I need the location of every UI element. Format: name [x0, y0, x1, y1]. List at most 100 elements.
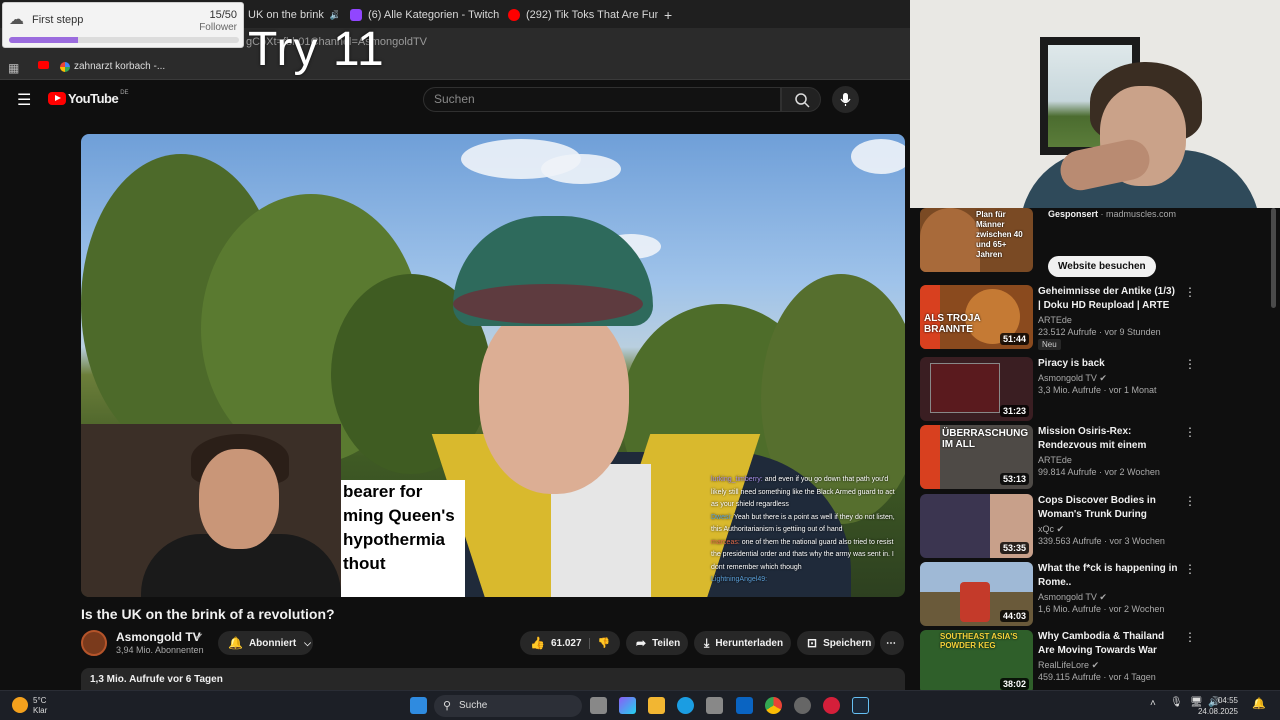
channel-name[interactable]: ARTEde	[1038, 315, 1072, 325]
youtube-favicon-icon	[38, 61, 49, 69]
video-title[interactable]: Why Cambodia & Thailand Are Moving Towar…	[1038, 630, 1178, 658]
file-explorer-icon[interactable]	[648, 697, 665, 714]
streamer-webcam	[910, 0, 1280, 208]
bookmark-youtube[interactable]	[38, 61, 49, 69]
system-clock[interactable]: 04:55 24.08.2025	[1198, 695, 1238, 717]
video-thumbnail[interactable]: ALS TROJA BRANNTE 51:44	[920, 285, 1033, 349]
channel-avatar[interactable]	[81, 630, 107, 656]
chat-message: LightningAngel49:	[711, 574, 901, 587]
channel-name[interactable]: xQc	[1038, 524, 1054, 534]
list-item[interactable]: ALS TROJA BRANNTE 51:44 Geheimnisse der …	[920, 285, 1270, 350]
list-item[interactable]: 31:23 Piracy is back Asmongold TV ✔ 3,3 …	[920, 357, 1270, 421]
outlook-icon[interactable]	[736, 697, 753, 714]
channel-name[interactable]: Asmongold TV	[116, 630, 201, 644]
thumbnail-text: SOUTHEAST ASIA'S POWDER KEG	[940, 632, 1018, 650]
list-item[interactable]: 44:03 What the f*ck is happening in Rome…	[920, 562, 1270, 626]
weather-widget[interactable]: 5°C Klar	[33, 696, 47, 716]
video-thumbnail[interactable]: SOUTHEAST ASIA'S POWDER KEG 38:02	[920, 630, 1033, 690]
chat-username: Dwesi:	[711, 513, 733, 521]
list-item[interactable]: SOUTHEAST ASIA'S POWDER KEG 38:02 Why Ca…	[920, 630, 1270, 690]
verified-check-icon: ✔	[1099, 373, 1107, 383]
video-player[interactable]: bearer for ming Queen's hypothermia thou…	[81, 134, 905, 597]
more-vertical-icon[interactable]: ⋮	[1184, 357, 1196, 371]
video-thumbnail[interactable]: ÜBERRASCHUNG IM ALL 53:13	[920, 425, 1033, 489]
video-thumbnail[interactable]: 53:35	[920, 494, 1033, 558]
copilot-icon[interactable]	[619, 697, 636, 714]
video-thumbnail[interactable]: 44:03	[920, 562, 1033, 626]
more-vertical-icon[interactable]: ⋮	[1184, 494, 1196, 508]
download-button[interactable]: ⤓ Herunterladen	[694, 631, 791, 655]
video-title[interactable]: Cops Discover Bodies in Woman's Trunk Du…	[1038, 494, 1178, 522]
chat-message: Dwesi: Yeah but there is a point as well…	[711, 512, 901, 537]
verified-check-icon: ✔	[1091, 660, 1100, 670]
goal-current: 15	[209, 9, 222, 21]
thumbs-up-icon[interactable]: 👍	[530, 636, 545, 650]
video-title[interactable]: Piracy is back	[1038, 357, 1178, 371]
search-button[interactable]	[781, 87, 821, 112]
notification-bell-icon[interactable]: 🔔	[1252, 697, 1266, 710]
channel-line: Asmongold TV ✔	[1038, 592, 1107, 603]
edge-icon[interactable]	[677, 697, 694, 714]
new-tab-button[interactable]: +	[664, 4, 678, 26]
video-meta: 339.563 Aufrufe · vor 3 Wochen	[1038, 536, 1165, 546]
save-button[interactable]: ⊡ Speichern	[797, 631, 875, 655]
video-thumbnail[interactable]: 31:23	[920, 357, 1033, 421]
bell-icon: 🔔	[228, 636, 243, 650]
subscribed-button[interactable]: 🔔 Abonniert ⌵	[218, 631, 313, 655]
region-code: DE	[120, 89, 129, 96]
channel-name[interactable]: ARTEde	[1038, 455, 1072, 465]
ad-thumb-line: und 65+ Jahren	[976, 240, 1007, 259]
hamburger-menu-icon[interactable]: ☰	[17, 90, 31, 110]
video-title[interactable]: Mission Osiris-Rex: Rendezvous mit einem…	[1038, 425, 1178, 453]
visit-website-button[interactable]: Website besuchen	[1048, 256, 1156, 277]
video-title[interactable]: What the f*ck is happening in Rome..	[1038, 562, 1178, 590]
list-item[interactable]: ÜBERRASCHUNG IM ALL 53:13 Mission Osiris…	[920, 425, 1270, 489]
chat-username: lurking_timberry:	[711, 476, 763, 483]
apps-grid-icon[interactable]: ▦	[8, 61, 19, 75]
tab-tiktoks[interactable]: (292) Tik Toks That Are Funny o ×	[508, 4, 658, 26]
like-count[interactable]: 61.027	[551, 638, 582, 649]
opera-icon[interactable]	[823, 697, 840, 714]
app-icon[interactable]	[706, 697, 723, 714]
sponsored-ad[interactable]: Plan für Männer zwischen 40 und 65+ Jahr…	[920, 208, 1270, 277]
share-button[interactable]: ➦ Teilen	[626, 631, 688, 655]
list-item[interactable]: 53:35 Cops Discover Bodies in Woman's Tr…	[920, 494, 1270, 558]
more-vertical-icon[interactable]: ⋮	[1184, 562, 1196, 576]
video-title[interactable]: Geheimnisse der Antike (1/3) | Doku HD R…	[1038, 285, 1178, 313]
bookmark-zahnarzt[interactable]: zahnarzt korbach -...	[60, 61, 165, 72]
more-vertical-icon[interactable]: ⋮	[1184, 425, 1196, 439]
close-tab-icon[interactable]: ×	[499, 8, 500, 23]
caption-line: ming Queen's	[343, 506, 455, 525]
microphone-icon[interactable]: 🎙	[1170, 697, 1183, 708]
video-meta: 23.512 Aufrufe · vor 9 Stunden	[1038, 327, 1161, 337]
scrollbar[interactable]	[1271, 208, 1276, 308]
goal-progress-bar	[9, 37, 239, 43]
search-input[interactable]: Suchen	[423, 87, 781, 112]
channel-name[interactable]: Asmongold TV	[1038, 592, 1097, 602]
more-vertical-icon[interactable]: ⋮	[1184, 285, 1196, 299]
channel-name[interactable]: RealLifeLore	[1038, 660, 1089, 670]
youtube-logo[interactable]: YouTube DE	[48, 89, 129, 106]
goal-progress-fill	[9, 37, 78, 43]
youtube-wordmark: YouTube	[68, 91, 119, 106]
weather-icon[interactable]	[12, 697, 28, 713]
voice-search-button[interactable]	[832, 86, 859, 113]
obs-icon[interactable]	[794, 697, 811, 714]
thumbnail-text: ÜBERRASCHUNG IM ALL	[942, 428, 1029, 450]
task-view-icon[interactable]	[590, 697, 607, 714]
taskbar-search[interactable]: ⚲ Suche	[434, 695, 582, 717]
channel-name[interactable]: Asmongold TV	[1038, 373, 1097, 383]
more-actions-button[interactable]: ⋯	[880, 631, 904, 655]
tab-label: (6) Alle Kategorien - Twitch	[368, 9, 500, 21]
more-vertical-icon[interactable]: ⋮	[1184, 630, 1196, 644]
ad-thumbnail[interactable]: Plan für Männer zwischen 40 und 65+ Jahr…	[920, 208, 1033, 272]
windows-start-icon[interactable]	[410, 697, 427, 714]
steam-icon[interactable]	[852, 697, 869, 714]
speaker-icon[interactable]: 🔊	[330, 10, 338, 21]
temperature: 5°C	[33, 696, 47, 705]
chrome-icon[interactable]	[765, 697, 782, 714]
windows-taskbar: 5°C Klar ⚲ Suche ˄ 🎙 🖥 🔊 04:55 24.08.202…	[0, 690, 1280, 720]
thumbs-down-icon[interactable]: 👎	[588, 637, 610, 649]
goal-target: /50	[221, 9, 237, 21]
chevron-up-icon[interactable]: ˄	[1150, 698, 1156, 709]
